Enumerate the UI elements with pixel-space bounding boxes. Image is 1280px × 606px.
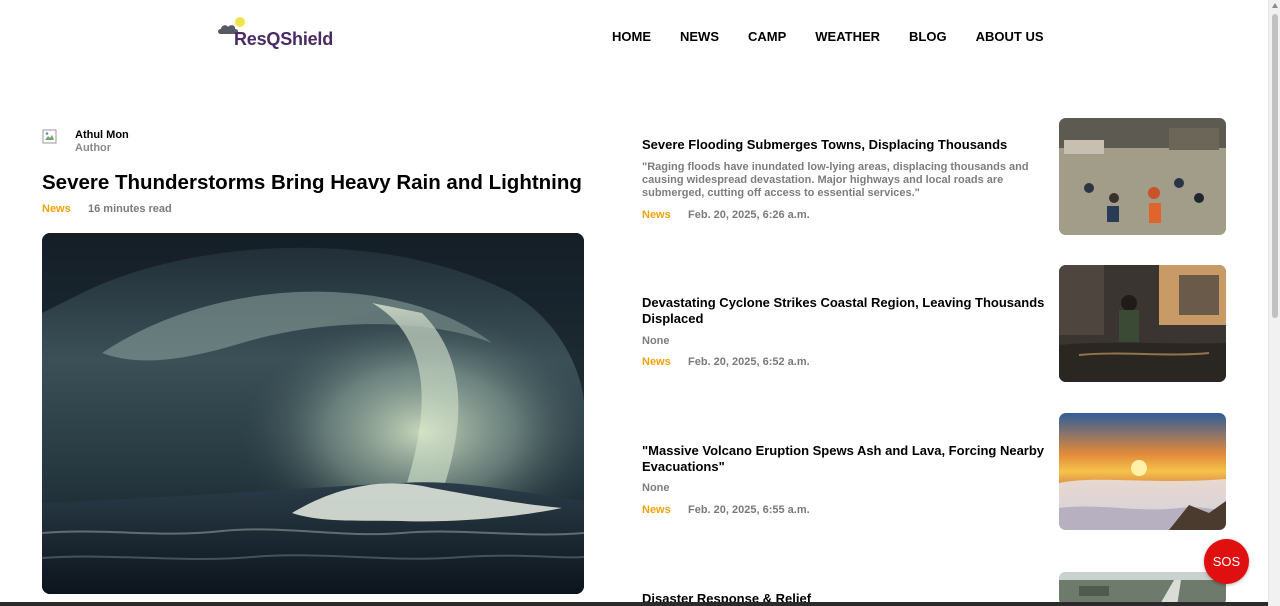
side-article-card[interactable]: "Massive Volcano Eruption Spews Ash and … [642, 413, 1226, 530]
side-article-title[interactable]: Severe Flooding Submerges Towns, Displac… [642, 137, 1057, 153]
side-article-thumbnail[interactable] [1059, 118, 1226, 235]
side-article-card[interactable]: Devastating Cyclone Strikes Coastal Regi… [642, 265, 1226, 382]
nav-home[interactable]: HOME [612, 29, 651, 44]
side-article-card[interactable]: Severe Flooding Submerges Towns, Displac… [642, 118, 1226, 235]
broken-image-icon [42, 129, 57, 144]
main-nav: HOME NEWS CAMP WEATHER BLOG ABOUT US [612, 29, 1044, 44]
category-tag[interactable]: News [642, 209, 671, 221]
scrollbar-thumb[interactable] [1272, 14, 1278, 318]
side-article-thumbnail[interactable] [1059, 413, 1226, 530]
volcano-sunrise-image [1059, 413, 1226, 530]
category-tag[interactable]: News [642, 504, 671, 516]
storm-image [42, 233, 584, 594]
read-time: 16 minutes read [88, 203, 172, 215]
site-logo[interactable]: ResQShield [216, 16, 346, 56]
flood-image [1059, 118, 1226, 235]
nav-weather[interactable]: WEATHER [815, 29, 880, 44]
main-article-title[interactable]: Severe Thunderstorms Bring Heavy Rain an… [42, 171, 582, 195]
disaster-relief-image [1059, 572, 1226, 606]
side-article-title[interactable]: "Massive Volcano Eruption Spews Ash and … [642, 443, 1057, 474]
bottom-edge [0, 602, 1268, 606]
publish-date: Feb. 20, 2025, 6:26 a.m. [688, 209, 810, 221]
nav-blog[interactable]: BLOG [909, 29, 947, 44]
scrollbar[interactable] [1268, 0, 1280, 606]
site-header: ResQShield HOME NEWS CAMP WEATHER BLOG A… [0, 0, 1268, 80]
scroll-up-icon[interactable] [1272, 3, 1278, 8]
brand-name: ResQShield [234, 29, 334, 49]
category-tag[interactable]: News [642, 356, 671, 368]
author-role: Author [75, 142, 112, 154]
side-article-card[interactable]: Disaster Response & Relief [642, 572, 1226, 606]
side-article-excerpt: "Raging floods have inundated low-lying … [642, 161, 1029, 199]
side-article-excerpt: None [642, 482, 670, 494]
category-tag[interactable]: News [42, 203, 71, 215]
main-article-image[interactable] [42, 233, 584, 594]
side-article-excerpt: None [642, 335, 670, 347]
nav-camp[interactable]: CAMP [748, 29, 786, 44]
author-name: Athul Mon [75, 129, 129, 141]
sos-button[interactable]: SOS [1204, 539, 1249, 584]
publish-date: Feb. 20, 2025, 6:52 a.m. [688, 356, 810, 368]
nav-about-us[interactable]: ABOUT US [976, 29, 1044, 44]
side-article-thumbnail[interactable] [1059, 572, 1226, 606]
cyclone-aftermath-image [1059, 265, 1226, 382]
side-article-thumbnail[interactable] [1059, 265, 1226, 382]
publish-date: Feb. 20, 2025, 6:55 a.m. [688, 504, 810, 516]
nav-news[interactable]: NEWS [680, 29, 719, 44]
side-article-title[interactable]: Devastating Cyclone Strikes Coastal Regi… [642, 295, 1057, 326]
